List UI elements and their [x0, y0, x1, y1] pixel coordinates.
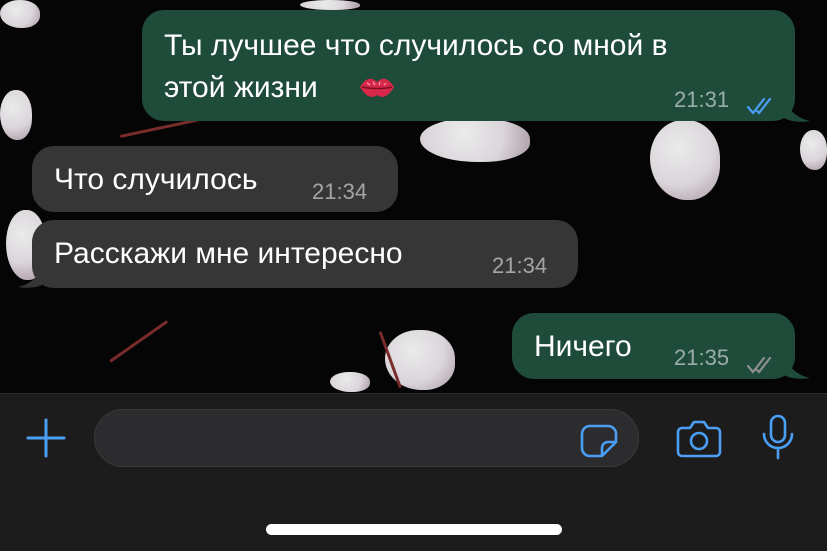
chat-area[interactable]: Ты лучшее что случилось со мной в этой ж…	[0, 0, 827, 393]
message-bubble-outgoing[interactable]: Ничего 21:35	[512, 313, 810, 379]
message-text: Ничего	[534, 330, 632, 363]
message-time: 21:34	[312, 179, 368, 204]
message-bubble-outgoing[interactable]: Ты лучшее что случилось со мной в этой ж…	[142, 10, 810, 122]
wallpaper-petal	[650, 120, 720, 200]
plus-icon[interactable]	[24, 416, 68, 465]
wallpaper-petal	[420, 118, 530, 162]
wallpaper-petal	[0, 90, 32, 140]
camera-icon[interactable]	[676, 418, 722, 463]
message-text: Ты лучшее что случилось со мной в	[164, 29, 668, 62]
message-bubble-incoming[interactable]: Расскажи мне интересно 21:34	[18, 220, 578, 288]
home-indicator[interactable]	[266, 524, 562, 535]
wallpaper-stem	[119, 118, 199, 138]
message-time: 21:31	[674, 87, 730, 112]
delivered-ticks-icon	[746, 345, 776, 389]
message-text: Расскажи мне интересно	[54, 237, 403, 270]
message-text: Что случилось	[54, 163, 258, 196]
microphone-icon[interactable]	[760, 414, 796, 467]
read-ticks-icon	[746, 86, 776, 130]
sticker-icon[interactable]	[580, 424, 618, 463]
message-time: 21:34	[492, 253, 548, 278]
wallpaper-petal	[0, 0, 40, 28]
message-text: этой жизни	[164, 71, 318, 104]
message-input[interactable]	[94, 409, 639, 467]
bubble-tail	[18, 260, 46, 288]
wallpaper-petal	[800, 130, 827, 170]
wallpaper-petal	[330, 372, 370, 392]
bubble-tail	[782, 351, 810, 379]
message-bubble-incoming[interactable]: Что случилось 21:34	[32, 146, 398, 212]
kiss-mark-emoji-icon	[358, 72, 396, 116]
message-time: 21:35	[674, 345, 730, 370]
wallpaper-petal	[300, 0, 360, 10]
bubble-tail	[782, 94, 810, 122]
wallpaper-stem	[109, 320, 169, 363]
